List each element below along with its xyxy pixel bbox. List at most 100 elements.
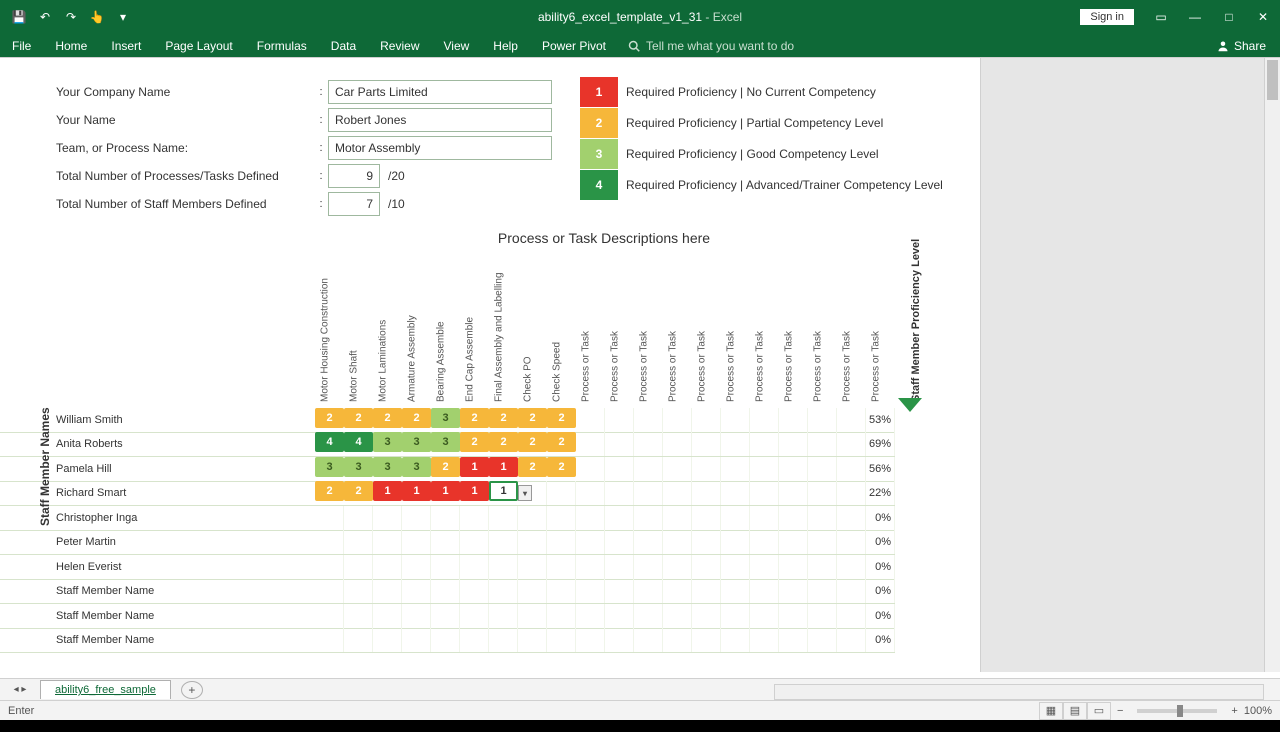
matrix-cell-empty[interactable] <box>663 555 692 579</box>
matrix-cell-empty[interactable] <box>605 481 634 505</box>
matrix-cell[interactable]: 3 <box>315 457 344 477</box>
matrix-cell-empty[interactable] <box>605 579 634 603</box>
matrix-cell-empty[interactable] <box>837 506 866 530</box>
matrix-cell-empty[interactable] <box>315 604 344 628</box>
matrix-cell-empty[interactable] <box>721 481 750 505</box>
matrix-cell[interactable]: 2 <box>547 432 576 452</box>
matrix-cell[interactable]: 3 <box>431 432 460 452</box>
matrix-cell[interactable]: 1 <box>373 481 402 501</box>
matrix-cell-empty[interactable] <box>837 408 866 432</box>
matrix-cell-empty[interactable] <box>460 579 489 603</box>
matrix-cell[interactable]: 1 <box>460 457 489 477</box>
matrix-cell[interactable]: 2 <box>460 408 489 428</box>
tab-page-layout[interactable]: Page Layout <box>153 35 244 57</box>
matrix-cell-empty[interactable] <box>431 604 460 628</box>
maximize-icon[interactable]: □ <box>1212 0 1246 34</box>
matrix-cell-empty[interactable] <box>576 506 605 530</box>
matrix-cell-empty[interactable] <box>692 555 721 579</box>
matrix-cell-empty[interactable] <box>344 579 373 603</box>
matrix-cell-empty[interactable] <box>779 628 808 652</box>
matrix-cell-empty[interactable] <box>344 604 373 628</box>
team-input[interactable]: Motor Assembly <box>328 136 552 160</box>
add-sheet-button[interactable]: + <box>181 681 203 699</box>
matrix-cell-empty[interactable] <box>808 408 837 432</box>
matrix-cell-empty[interactable] <box>605 628 634 652</box>
matrix-cell-empty[interactable] <box>779 604 808 628</box>
matrix-cell-empty[interactable] <box>750 555 779 579</box>
matrix-cell-empty[interactable] <box>634 579 663 603</box>
matrix-cell-empty[interactable] <box>605 432 634 456</box>
matrix-cell-empty[interactable] <box>460 555 489 579</box>
matrix-cell[interactable]: 2 <box>431 457 460 477</box>
matrix-cell-empty[interactable] <box>750 432 779 456</box>
tab-file[interactable]: File <box>0 35 43 57</box>
matrix-cell[interactable]: 2 <box>489 408 518 428</box>
matrix-cell-empty[interactable] <box>315 579 344 603</box>
matrix-cell[interactable]: 4 <box>344 432 373 452</box>
matrix-cell-empty[interactable] <box>431 628 460 652</box>
matrix-cell-empty[interactable] <box>489 530 518 554</box>
matrix-cell[interactable]: 2 <box>344 408 373 428</box>
matrix-cell-empty[interactable] <box>750 604 779 628</box>
matrix-cell-empty[interactable] <box>721 506 750 530</box>
matrix-cell-empty[interactable] <box>576 604 605 628</box>
matrix-cell-empty[interactable] <box>518 555 547 579</box>
matrix-cell-empty[interactable] <box>402 530 431 554</box>
matrix-cell-empty[interactable] <box>779 555 808 579</box>
dropdown-icon[interactable]: ▾ <box>518 485 532 501</box>
matrix-cell-empty[interactable] <box>750 579 779 603</box>
matrix-cell-empty[interactable] <box>721 408 750 432</box>
matrix-cell-empty[interactable] <box>402 604 431 628</box>
undo-icon[interactable]: ↶ <box>34 6 56 28</box>
matrix-cell-empty[interactable] <box>779 481 808 505</box>
matrix-cell-empty[interactable] <box>837 555 866 579</box>
sign-in-button[interactable]: Sign in <box>1080 9 1134 25</box>
matrix-cell-empty[interactable] <box>373 604 402 628</box>
matrix-cell-empty[interactable] <box>808 530 837 554</box>
matrix-cell-empty[interactable] <box>373 530 402 554</box>
matrix-cell-empty[interactable] <box>460 530 489 554</box>
view-normal-icon[interactable]: ▦ <box>1039 702 1063 720</box>
sheet-tab[interactable]: ability6_free_sample <box>40 680 171 699</box>
matrix-cell[interactable]: 3 <box>373 457 402 477</box>
matrix-cell-empty[interactable] <box>518 604 547 628</box>
matrix-cell-empty[interactable] <box>402 579 431 603</box>
tab-nav-prev[interactable]: ◂ ▸ <box>0 684 40 695</box>
tab-home[interactable]: Home <box>43 35 99 57</box>
matrix-cell[interactable]: 1 <box>431 481 460 501</box>
horizontal-scrollbar[interactable] <box>774 684 1264 700</box>
matrix-cell-empty[interactable] <box>373 506 402 530</box>
matrix-cell-empty[interactable] <box>779 579 808 603</box>
matrix-cell-empty[interactable] <box>576 432 605 456</box>
tell-me-search[interactable]: Tell me what you want to do <box>618 35 804 57</box>
matrix-cell[interactable]: 2 <box>547 457 576 477</box>
matrix-cell-empty[interactable] <box>663 506 692 530</box>
matrix-cell-empty[interactable] <box>634 457 663 481</box>
matrix-cell-empty[interactable] <box>634 555 663 579</box>
view-break-icon[interactable]: ▭ <box>1087 702 1111 720</box>
staff-count-input[interactable]: 7 <box>328 192 380 216</box>
staff-name[interactable]: Helen Everist <box>0 561 315 573</box>
matrix-cell-empty[interactable] <box>721 530 750 554</box>
zoom-slider[interactable] <box>1137 709 1217 713</box>
matrix-cell-empty[interactable] <box>808 628 837 652</box>
matrix-cell-empty[interactable] <box>837 481 866 505</box>
matrix-cell-empty[interactable] <box>692 628 721 652</box>
matrix-cell-empty[interactable] <box>489 506 518 530</box>
matrix-cell-empty[interactable] <box>518 506 547 530</box>
matrix-cell[interactable]: 3 <box>431 408 460 428</box>
matrix-cell-empty[interactable] <box>576 555 605 579</box>
matrix-cell-empty[interactable] <box>634 530 663 554</box>
matrix-cell-empty[interactable] <box>605 604 634 628</box>
matrix-cell-empty[interactable] <box>837 432 866 456</box>
matrix-cell-empty[interactable] <box>779 457 808 481</box>
matrix-cell-empty[interactable] <box>663 579 692 603</box>
matrix-cell-empty[interactable] <box>721 432 750 456</box>
matrix-cell-empty[interactable] <box>344 555 373 579</box>
matrix-cell-empty[interactable] <box>692 481 721 505</box>
matrix-cell-empty[interactable] <box>663 530 692 554</box>
matrix-cell-empty[interactable] <box>402 506 431 530</box>
matrix-cell[interactable]: 3 <box>344 457 373 477</box>
matrix-cell-empty[interactable] <box>576 530 605 554</box>
matrix-cell-empty[interactable] <box>663 604 692 628</box>
